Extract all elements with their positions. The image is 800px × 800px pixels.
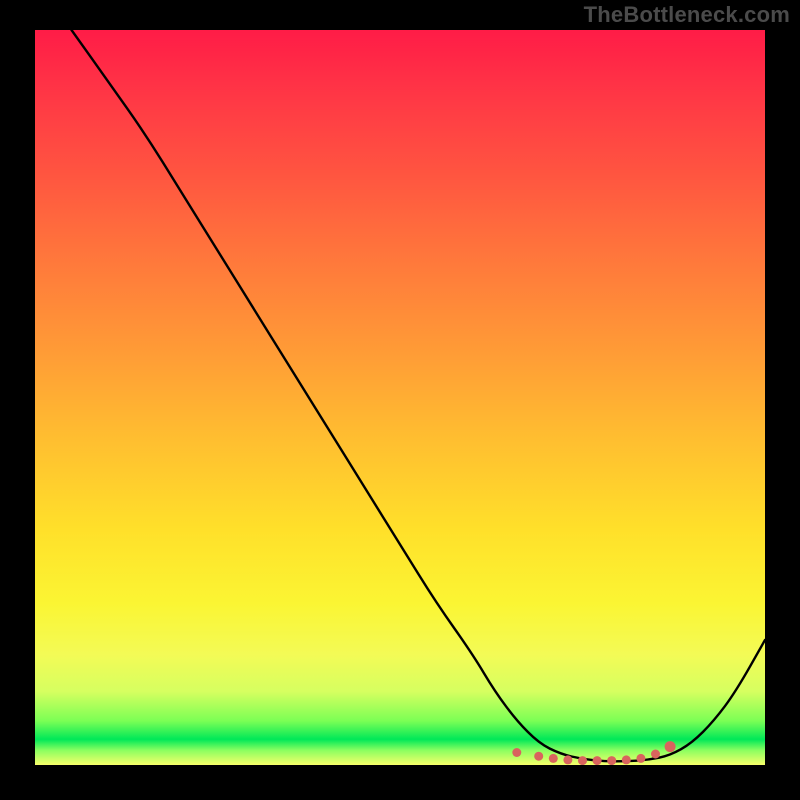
watermark-text: TheBottleneck.com <box>584 2 790 28</box>
bottleneck-curve <box>72 30 766 761</box>
plot-area <box>35 30 765 765</box>
marker-dot <box>578 756 587 765</box>
chart-frame: TheBottleneck.com <box>0 0 800 800</box>
marker-dot <box>665 741 676 752</box>
marker-dot <box>512 748 521 757</box>
marker-dot <box>636 754 645 763</box>
marker-dot <box>593 756 602 765</box>
marker-dot <box>563 755 572 764</box>
chart-svg <box>35 30 765 765</box>
marker-dot <box>534 752 543 761</box>
marker-dot <box>622 755 631 764</box>
marker-dot <box>651 750 660 759</box>
marker-dot <box>607 756 616 765</box>
near-zero-markers <box>512 741 675 765</box>
marker-dot <box>549 754 558 763</box>
